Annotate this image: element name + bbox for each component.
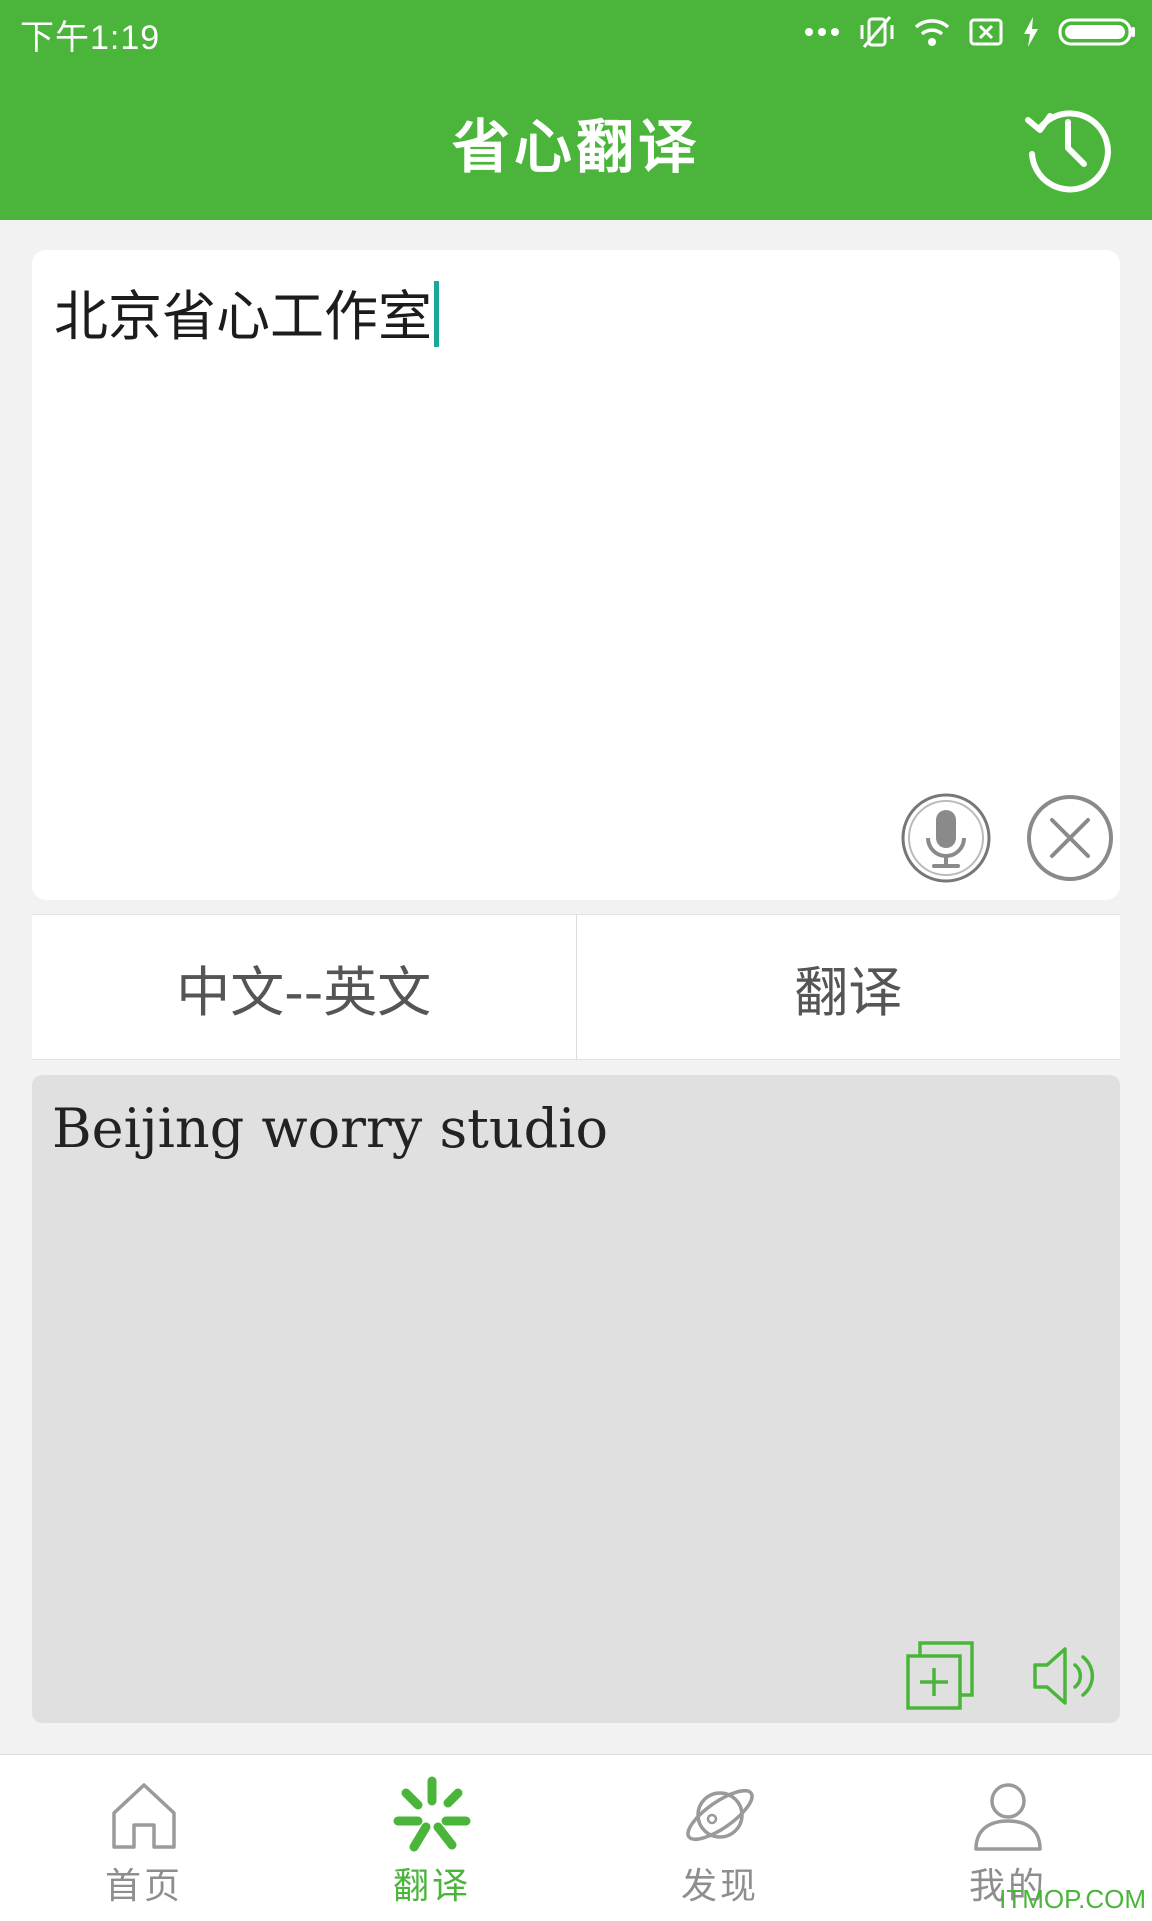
translation-result-text: Beijing worry studio (52, 1097, 609, 1160)
nav-label-translate: 翻译 (392, 1866, 471, 1907)
planet-icon (686, 1788, 754, 1842)
microphone-icon (901, 793, 991, 883)
no-sim-icon (968, 17, 1004, 47)
clear-input-button[interactable] (1024, 792, 1116, 884)
source-text-input[interactable]: 北京省心工作室 (54, 272, 439, 351)
status-icons (804, 12, 1136, 52)
nav-item-home[interactable]: 首页 (0, 1755, 288, 1921)
history-button[interactable] (1020, 98, 1116, 194)
nav-item-discover[interactable]: 发现 (576, 1755, 864, 1921)
wifi-icon (914, 17, 950, 47)
close-circle-icon (1027, 795, 1113, 881)
nav-item-translate[interactable]: 翻译 (288, 1755, 576, 1921)
more-dots-icon (804, 26, 840, 38)
app-header: 省心翻译 (0, 70, 1152, 220)
nav-label-discover: 发现 (680, 1866, 759, 1907)
charging-icon (1022, 16, 1040, 48)
text-caret (434, 281, 439, 347)
source-text-value: 北京省心工作室 (54, 285, 432, 348)
translation-result-area: Beijing worry studio (32, 1075, 1120, 1723)
speaker-icon (1033, 1647, 1095, 1705)
page-title: 省心翻译 (451, 113, 700, 181)
status-time: 下午1:19 (20, 19, 161, 57)
translate-button[interactable]: 翻译 (575, 915, 1121, 1059)
language-pair-button[interactable]: 中文--英文 (32, 915, 576, 1059)
translate-icon (393, 1776, 471, 1852)
speak-button[interactable] (1031, 1643, 1101, 1709)
battery-icon (1058, 17, 1136, 47)
user-icon (974, 1783, 1042, 1851)
copy-button[interactable] (904, 1640, 976, 1712)
bottom-navigation: 首页 翻译 发现 我的 ITMOP.COM (0, 1754, 1152, 1921)
mute-vibrate-icon (858, 15, 896, 49)
nav-label-home: 首页 (104, 1866, 183, 1907)
history-icon (1025, 110, 1111, 193)
status-bar: 下午1:19 (0, 0, 1152, 70)
source-text-area[interactable]: 北京省心工作室 (32, 250, 1120, 900)
voice-input-button[interactable] (900, 792, 992, 884)
home-icon (112, 1783, 176, 1849)
action-row: 中文--英文 翻译 (32, 914, 1120, 1060)
copy-icon (906, 1641, 974, 1710)
watermark: ITMOP.COM (999, 1884, 1146, 1914)
